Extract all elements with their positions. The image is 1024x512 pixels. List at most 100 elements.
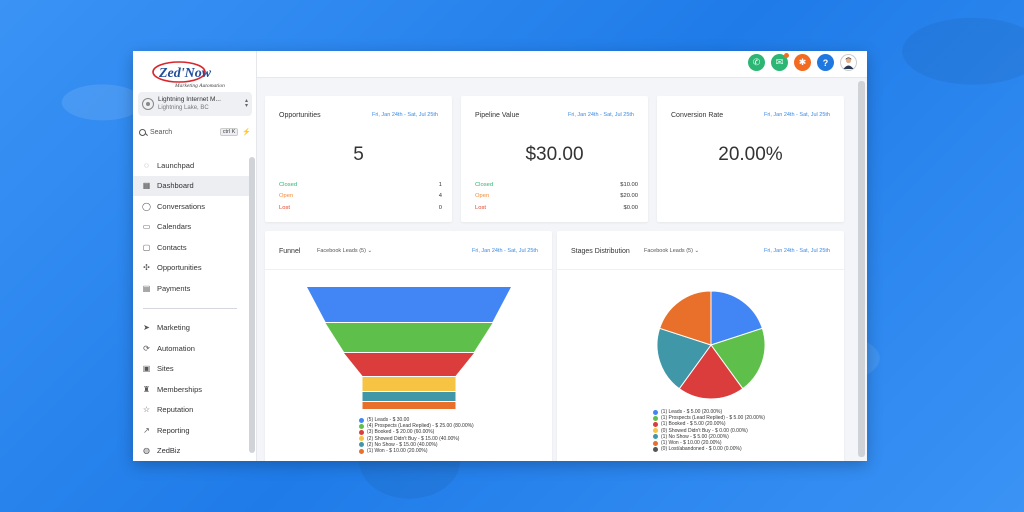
funnel-segment[interactable] [362, 402, 456, 409]
user-avatar[interactable] [840, 54, 857, 71]
main-scrollbar[interactable] [858, 81, 865, 457]
search-bar[interactable]: Search ctrl K ⚡ [139, 125, 251, 139]
payments-icon: ▤ [142, 283, 151, 293]
stat-row-lost: Lost $0.00 [475, 202, 638, 214]
phone-icon: ✆ [752, 57, 761, 67]
funnel-segment[interactable] [307, 287, 511, 322]
sidebar-item-automation[interactable]: ⟳ Automation [133, 338, 249, 359]
legend-swatch [653, 409, 658, 415]
dashboard-icon: ▦ [142, 181, 151, 191]
send-icon: ➤ [143, 323, 150, 333]
sidebar-item-label: Dashboard [157, 181, 194, 191]
sidebar: Zed'Now Marketing Automation Lightning I… [133, 51, 257, 461]
opportunities-icon: ✣ [143, 263, 150, 273]
date-range[interactable]: Fri, Jan 24th - Sat, Jul 25th [764, 112, 830, 118]
sidebar-item-label: ZedBiz [157, 446, 181, 456]
megaphone-button[interactable]: ✉ [771, 53, 789, 71]
sidebar-item-label: Opportunities [157, 263, 202, 273]
stat-label: Lost [475, 204, 486, 211]
stat-value: 4 [438, 193, 442, 200]
sidebar-item-opportunities[interactable]: ✣ Opportunities [133, 258, 249, 279]
location-icon [142, 98, 154, 110]
app-window: Zed'Now Marketing Automation Lightning I… [133, 51, 867, 461]
legend-item[interactable]: (1) Won - $ 10.00 (20.00%) [359, 448, 474, 454]
sidebar-item-dashboard[interactable]: ▦ Dashboard [133, 175, 249, 196]
brand-logo[interactable]: Zed'Now Marketing Automation [151, 59, 241, 89]
bell-button[interactable]: ✱ [794, 54, 811, 71]
funnel-segment[interactable] [325, 323, 493, 352]
account-switcher[interactable]: Lightning Internet M... Lightning Lake, … [138, 92, 252, 116]
zedbiz-icon: ◍ [143, 446, 150, 456]
account-location: Lightning Lake, BC [158, 105, 209, 111]
help-icon: ? [822, 57, 829, 68]
funnel-segment[interactable] [362, 377, 456, 391]
sidebar-item-marketing[interactable]: ➤ Marketing [133, 318, 249, 339]
sidebar-item-memberships[interactable]: ♜ Memberships [133, 379, 249, 400]
stat-value: $10.00 [620, 181, 638, 188]
sidebar-item-label: Automation [157, 343, 195, 353]
conversion-card: Conversion Rate Fri, Jan 24th - Sat, Jul… [657, 96, 844, 222]
card-title: Conversion Rate [671, 112, 724, 119]
legend-swatch [653, 440, 658, 446]
sidebar-item-label: Reputation [157, 405, 194, 415]
legend-swatch [359, 417, 364, 423]
card-title: Opportunities [279, 112, 321, 119]
legend-swatch [653, 446, 658, 452]
sidebar-item-launchpad[interactable]: ◌ Launchpad [133, 155, 249, 176]
legend-swatch [359, 448, 364, 454]
nav-divider [143, 307, 237, 309]
rocket-icon: ◌ [144, 160, 149, 170]
chat-icon: ◯ [142, 201, 151, 211]
stat-value: $20.00 [620, 193, 638, 200]
memberships-icon: ♜ [142, 384, 151, 394]
date-range[interactable]: Fri, Jan 24th - Sat, Jul 25th [372, 112, 438, 118]
lightning-icon[interactable]: ⚡ [242, 128, 251, 136]
legend-swatch [359, 423, 364, 429]
sidebar-item-label: Marketing [157, 323, 190, 333]
sidebar-item-payments[interactable]: ▤ Payments [133, 278, 249, 299]
sites-icon: ▣ [142, 364, 151, 374]
stat-row-closed: Closed 1 [279, 179, 442, 191]
sidebar-item-reputation[interactable]: ☆ Reputation [133, 400, 249, 421]
stat-value: 1 [438, 181, 442, 188]
sidebar-item-label: Launchpad [157, 160, 195, 170]
sidebar-item-label: Memberships [157, 384, 203, 394]
stages-card: Stages Distribution Facebook Leads (5) ⌄… [557, 231, 844, 461]
stat-label: Lost [279, 204, 290, 211]
conversion-value: 20.00% [718, 144, 783, 165]
reporting-icon: ↗ [143, 425, 150, 435]
stat-label: Closed [279, 181, 298, 188]
sidebar-item-label: Conversations [157, 201, 205, 211]
legend-swatch [653, 428, 658, 434]
help-button[interactable]: ? [817, 54, 834, 71]
funnel-segment[interactable] [362, 392, 456, 401]
sidebar-item-conversations[interactable]: ◯ Conversations [133, 196, 249, 217]
legend-swatch [653, 422, 658, 427]
funnel-segment[interactable] [344, 353, 474, 376]
top-bar: ✆ ✉ ✱? [257, 51, 867, 78]
stat-row-open: Open 4 [279, 191, 442, 203]
funnel-legend: (5) Leads - $ 30.00 (4) Prospects (Lead R… [359, 417, 474, 454]
stat-value: 0 [438, 204, 442, 211]
sidebar-scrollbar[interactable] [249, 157, 255, 453]
stat-row-open: Open $20.00 [475, 191, 638, 203]
sidebar-item-reporting[interactable]: ↗ Reporting [133, 420, 249, 441]
automation-icon: ⟳ [143, 343, 150, 353]
pipeline-value: $30.00 [525, 144, 584, 165]
phone-button[interactable]: ✆ [748, 54, 765, 71]
opportunities-card: Opportunities Fri, Jan 24th - Sat, Jul 2… [265, 96, 452, 222]
legend-label: (1) Won - $ 10.00 (20.00%) [367, 448, 428, 455]
sidebar-item-contacts[interactable]: ▢ Contacts [133, 237, 249, 258]
stat-label: Open [279, 193, 294, 200]
date-range[interactable]: Fri, Jan 24th - Sat, Jul 25th [568, 112, 634, 118]
sidebar-item-calendars[interactable]: ▭ Calendars [133, 217, 249, 238]
calendar-icon: ▭ [142, 222, 151, 232]
sidebar-item-sites[interactable]: ▣ Sites [133, 359, 249, 380]
legend-swatch [359, 436, 364, 442]
search-input[interactable]: Search [150, 129, 172, 136]
sidebar-item-zedbiz[interactable]: ◍ ZedBiz [133, 441, 249, 462]
legend-swatch [653, 434, 658, 440]
sidebar-item-label: Calendars [157, 222, 192, 232]
stat-row-closed: Closed $10.00 [475, 179, 638, 191]
legend-item[interactable]: (0) Lost/abandoned - $ 0.00 (0.00%) [653, 446, 765, 452]
